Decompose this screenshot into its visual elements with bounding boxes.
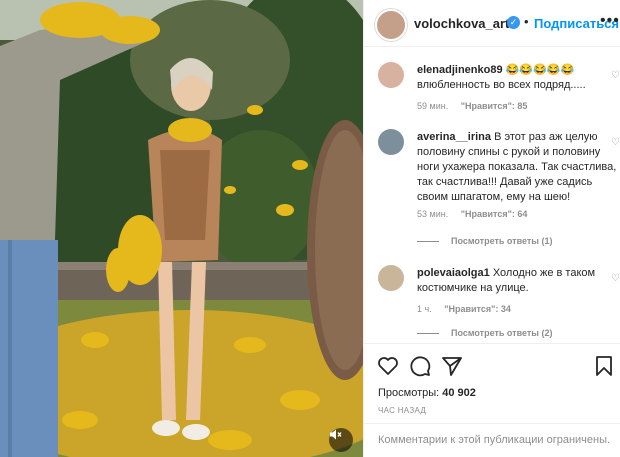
author-username[interactable]: volochkova_art [414,16,509,31]
comment-likes[interactable]: "Нравится": 64 [461,209,528,219]
comment-body: averina__irina В этот раз аж целую полов… [417,130,620,205]
post-timestamp[interactable]: ЧАС НАЗАД [378,406,426,415]
comment-time[interactable]: 53 мин. [417,209,448,219]
comment-time[interactable]: 59 мин. [417,101,448,111]
comment-meta: 53 мин. "Нравится": 64 [417,209,537,219]
author-avatar[interactable] [375,9,407,41]
comment-item: averina__irina В этот раз аж целую полов… [364,127,620,252]
separator-dot: • [524,14,529,29]
comment-body: polevaiaolga1 Холодно же в таком костюмч… [417,266,620,296]
comment-item: polevaiaolga1 Холодно же в таком костюмч… [364,263,620,343]
post-video[interactable] [0,0,363,457]
comment-time[interactable]: 1 ч. [417,304,432,314]
mute-button[interactable] [329,428,353,452]
send-icon[interactable] [440,354,464,378]
view-replies-label[interactable]: Посмотреть ответы (2) [451,328,552,338]
views-value: 40 902 [442,387,476,399]
speaker-mute-icon [330,429,342,440]
comment-icon[interactable] [408,354,432,378]
views-count: Просмотры: 40 902 [378,387,476,399]
commenter-avatar[interactable] [378,129,404,155]
heart-icon[interactable] [376,354,400,378]
comment-like-heart-icon[interactable]: ♡ [611,273,620,284]
comment-username[interactable]: averina__irina [417,131,491,143]
replies-divider-line [417,333,439,335]
verified-badge-icon: ✓ [507,16,520,29]
post-header: volochkova_art ✓ • Подписаться ••• [364,0,620,47]
comment-like-heart-icon[interactable]: ♡ [611,137,620,148]
comment-username[interactable]: polevaiaolga1 [417,267,490,279]
comment-likes[interactable]: "Нравится": 85 [461,101,528,111]
replies-divider-line [417,241,439,243]
views-label: Просмотры: [378,387,440,399]
bookmark-icon[interactable] [592,354,616,378]
view-replies-button[interactable]: Посмотреть ответы (1) [417,236,552,246]
view-replies-button[interactable]: Посмотреть ответы (2) [417,328,552,338]
commenter-avatar[interactable] [378,62,404,88]
comment-meta: 1 ч. "Нравится": 34 [417,304,521,314]
post-action-bar [364,343,620,384]
comment-like-heart-icon[interactable]: ♡ [611,70,620,81]
comment-meta: 59 мин. "Нравится": 85 [417,101,537,111]
comments-limited-text: Комментарии к этой публикации ограничены… [378,434,611,446]
comment-username[interactable]: elenadjinenko89 [417,64,503,76]
post-side-panel: volochkova_art ✓ • Подписаться ••• elena… [363,0,620,457]
more-horizontal-icon[interactable]: ••• [600,12,620,30]
comment-likes[interactable]: "Нравится": 34 [444,304,511,314]
comment-item: elenadjinenko89 😂😂😂😂😂 влюбленность во вс… [364,60,620,116]
comment-body: elenadjinenko89 😂😂😂😂😂 влюбленность во вс… [417,63,620,93]
video-frame [0,0,363,457]
commenter-avatar[interactable] [378,265,404,291]
comments-limited-notice: Комментарии к этой публикации ограничены… [364,423,620,457]
view-replies-label[interactable]: Посмотреть ответы (1) [451,236,552,246]
